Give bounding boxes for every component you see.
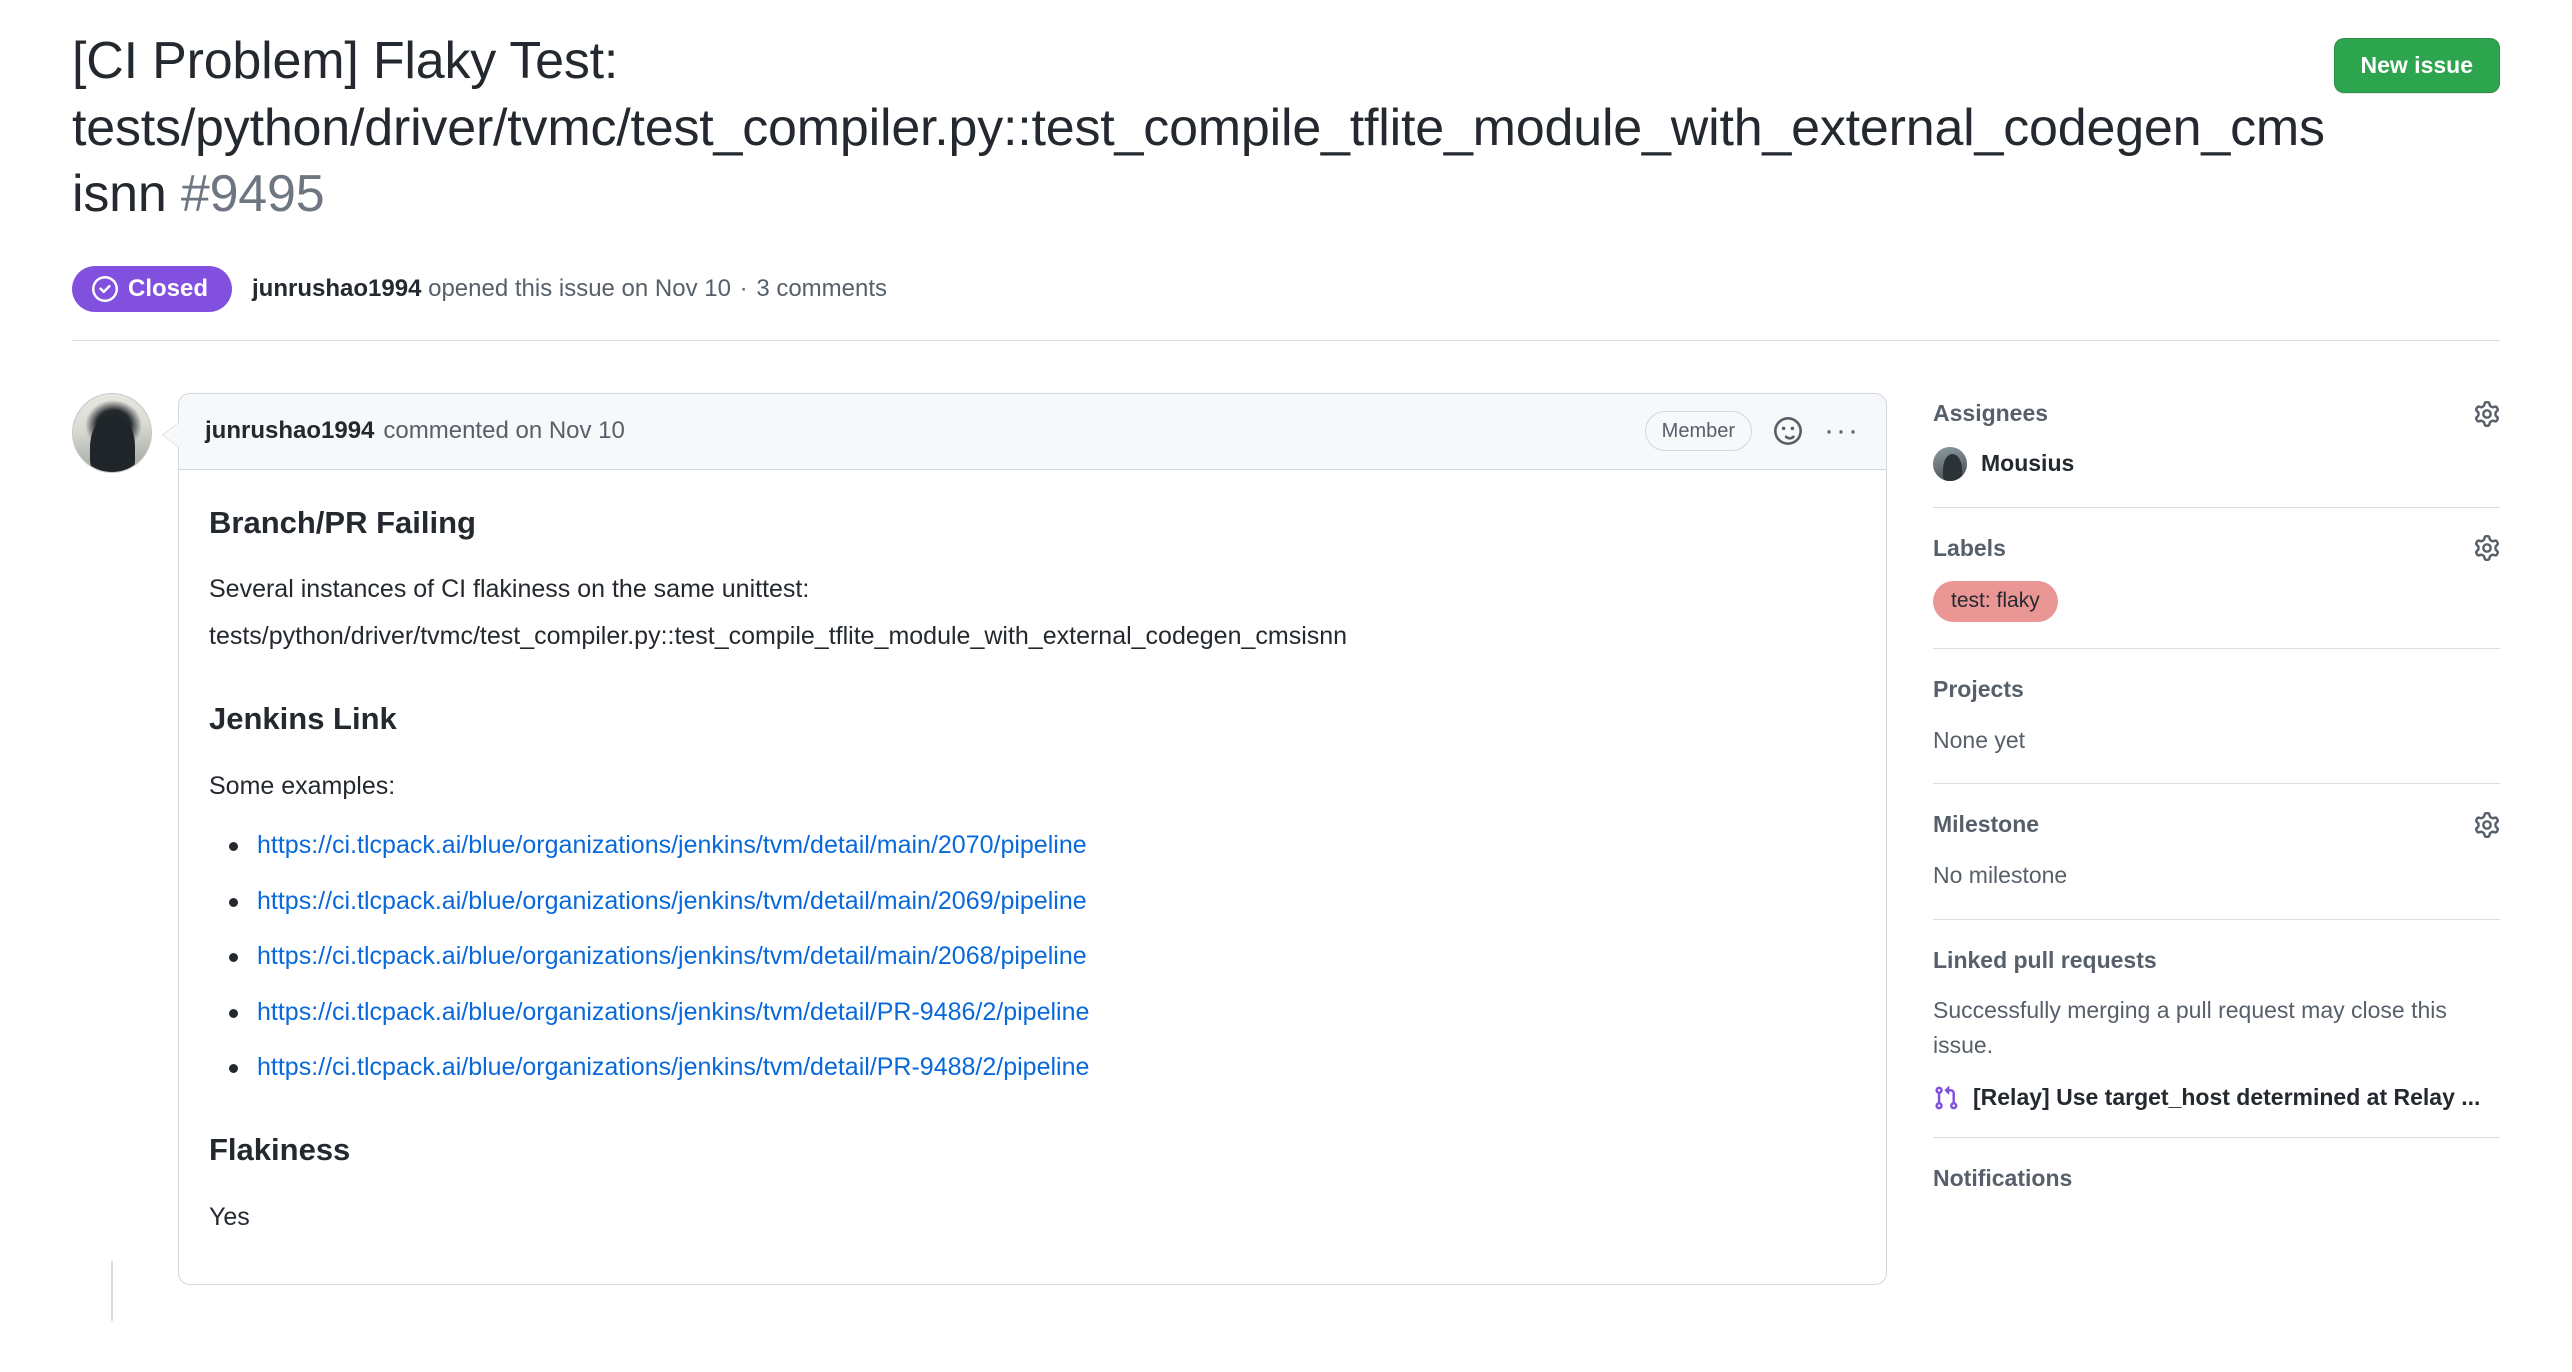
list-item: https://ci.tlcpack.ai/blue/organizations… [209,883,1856,921]
issue-opened-text: opened this issue on Nov 10 [428,274,731,302]
paragraph-test-path: tests/python/driver/tvmc/test_compiler.p… [209,622,1348,651]
linked-prs-description: Successfully merging a pull request may … [1933,997,2447,1058]
comment-body: Branch/PR Failing Several instances of C… [179,470,1886,1285]
issue-page: [CI Problem] Flaky Test: tests/python/dr… [0,0,2572,1372]
milestone-title: Milestone [1933,811,2040,838]
notifications-title: Notifications [1933,1165,2073,1191]
comment-header: junrushao1994 commented on Nov 10 Member… [179,393,1886,470]
comment-options-kebab-icon[interactable]: ··· [1824,416,1860,446]
milestone-value: No milestone [1933,862,2068,889]
closed-check-icon [92,275,118,302]
author-association-badge[interactable]: Member [1644,411,1753,452]
status-badge-label: Closed [128,274,209,302]
add-reaction-icon[interactable] [1774,417,1803,446]
sidebar-section-labels: Labels test: flaky [1933,534,2500,649]
issue-number: #9495 [180,165,325,224]
git-pull-request-icon [1933,1085,1959,1111]
new-issue-button[interactable]: New issue [2333,38,2500,94]
avatar-image [73,393,151,472]
sidebar-section-linked-prs: Linked pull requests Successfully mergin… [1933,946,2500,1139]
paragraph-flakiness-intro: Several instances of CI flakiness on the… [209,575,810,604]
sidebar-section-notifications-cutoff: Notifications [1933,1164,2500,1190]
jenkins-link[interactable]: https://ci.tlcpack.ai/blue/organizations… [257,887,1087,915]
linked-pr-item[interactable]: [Relay] Use target_host determined at Re… [1933,1084,2500,1111]
title-block: [CI Problem] Flaky Test: tests/python/dr… [72,28,2334,228]
gear-icon[interactable] [2474,400,2500,427]
heading-branch-pr-failing: Branch/PR Failing [209,504,476,540]
paragraph-flakiness-answer: Yes [209,1202,250,1231]
assignees-header: Assignees [1933,399,2500,429]
linked-pr-title[interactable]: [Relay] Use target_host determined at Re… [1973,1084,2480,1111]
projects-header: Projects [1933,675,2500,705]
list-item: https://ci.tlcpack.ai/blue/organizations… [209,994,1856,1032]
assignees-title: Assignees [1933,399,2049,426]
issue-meta-text: junrushao1994 opened this issue on Nov 1… [252,272,887,306]
gear-icon[interactable] [2474,535,2500,562]
comments-count: 3 comments [756,274,888,302]
list-item: https://ci.tlcpack.ai/blue/organizations… [209,938,1856,976]
assignee-name[interactable]: Mousius [1981,450,2074,477]
issue-sidebar: Assignees Mousius Labels test: flaky Pro… [1933,393,2500,1286]
projects-value: None yet [1933,726,2026,753]
comment-thread: junrushao1994 commented on Nov 10 Member… [72,392,1887,1321]
labels-title: Labels [1933,534,2006,561]
assignee-item[interactable]: Mousius [1933,446,2500,481]
meta-separator: · [739,274,748,302]
page-title: [CI Problem] Flaky Test: tests/python/dr… [72,28,2334,228]
jenkins-link[interactable]: https://ci.tlcpack.ai/blue/organizations… [257,942,1087,970]
paragraph-some-examples: Some examples: [209,771,396,800]
issue-author[interactable]: junrushao1994 [252,275,421,302]
jenkins-link[interactable]: https://ci.tlcpack.ai/blue/organizations… [257,1053,1089,1081]
assignee-avatar [1933,446,1967,481]
list-item: https://ci.tlcpack.ai/blue/organizations… [209,1049,1856,1087]
jenkins-link[interactable]: https://ci.tlcpack.ai/blue/organizations… [257,998,1089,1026]
issue-title-text: [CI Problem] Flaky Test: tests/python/dr… [72,32,2325,224]
issue-meta-row: Closed junrushao1994 opened this issue o… [72,265,2500,341]
avatar[interactable] [72,392,152,473]
heading-jenkins-link: Jenkins Link [209,700,397,736]
thread-connector-line [111,1260,113,1321]
sidebar-section-projects: Projects None yet [1933,675,2500,785]
list-item: https://ci.tlcpack.ai/blue/organizations… [209,827,1856,865]
issue-header: [CI Problem] Flaky Test: tests/python/dr… [72,0,2500,228]
label-chip[interactable]: test: flaky [1933,581,2058,622]
sidebar-section-assignees: Assignees Mousius [1933,399,2500,508]
sidebar-section-milestone: Milestone No milestone [1933,810,2500,920]
milestone-header: Milestone [1933,810,2500,840]
labels-header: Labels [1933,534,2500,564]
comment-timestamp: commented on Nov 10 [383,417,625,445]
status-badge: Closed [72,265,233,312]
issue-content: junrushao1994 commented on Nov 10 Member… [72,341,2500,1321]
comment-card: junrushao1994 commented on Nov 10 Member… [162,392,1887,1286]
comment-author[interactable]: junrushao1994 [205,417,374,445]
jenkins-link-list: https://ci.tlcpack.ai/blue/organizations… [209,827,1856,1087]
heading-flakiness: Flakiness [209,1131,351,1167]
linked-prs-header: Linked pull requests [1933,946,2500,976]
linked-prs-title: Linked pull requests [1933,946,2157,973]
gear-icon[interactable] [2474,812,2500,839]
projects-title: Projects [1933,675,2024,702]
jenkins-link[interactable]: https://ci.tlcpack.ai/blue/organizations… [257,831,1087,859]
